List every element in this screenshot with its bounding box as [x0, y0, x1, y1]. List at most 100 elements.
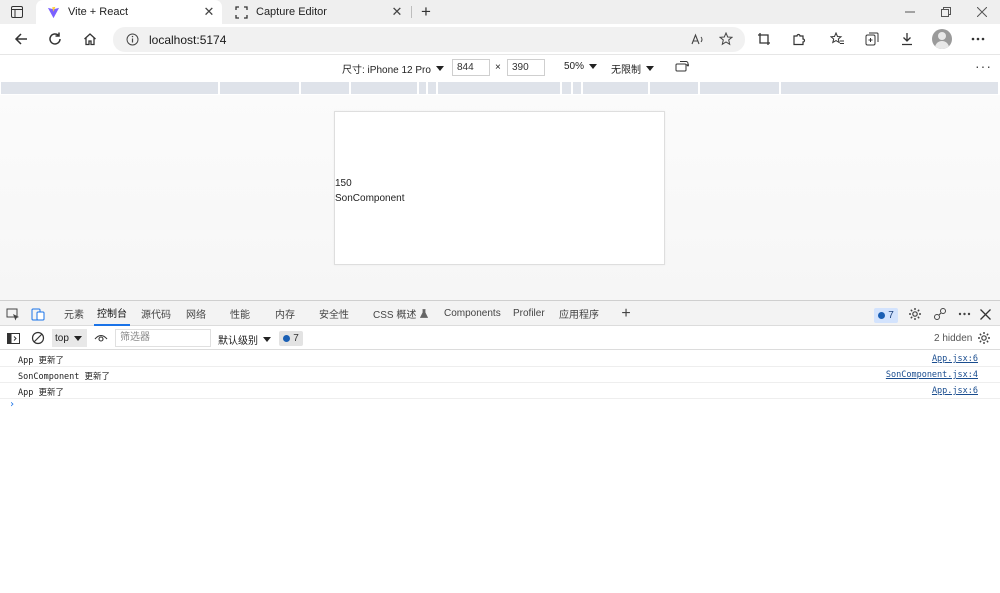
caret-down-icon	[73, 335, 82, 341]
close-tab-icon[interactable]: ✕	[388, 3, 406, 21]
tab-network[interactable]: 网络	[186, 301, 206, 326]
restore-button[interactable]	[928, 0, 964, 24]
device-toolbar: 尺寸: iPhone 12 Pro 844 × 390 50% 无限制 ···	[0, 56, 1000, 80]
more-horizontal-icon	[958, 312, 970, 316]
puzzle-icon	[793, 33, 806, 46]
console-prompt[interactable]: ›	[9, 399, 15, 410]
issues-badge-button[interactable]: 7	[872, 306, 900, 324]
device-more-icon[interactable]: ···	[975, 58, 992, 74]
flask-icon	[420, 309, 429, 318]
device-selector[interactable]: 尺寸: iPhone 12 Pro	[342, 61, 444, 76]
log-source-link[interactable]: App.jsx:6	[932, 354, 978, 364]
device-label: 尺寸: iPhone 12 Pro	[342, 65, 431, 76]
favorites-icon	[829, 32, 844, 44]
console-settings-button[interactable]	[975, 329, 993, 347]
tab-console[interactable]: 控制台	[94, 301, 130, 326]
issues-badge: 7	[874, 307, 898, 323]
refresh-button[interactable]	[43, 28, 67, 50]
tab-divider	[411, 6, 412, 18]
more-tabs-button[interactable]: +	[617, 305, 635, 323]
caret-down-icon	[589, 64, 598, 69]
tab-memory[interactable]: 内存	[275, 301, 295, 326]
log-row: SonComponent 更新了 SonComponent.jsx:4	[0, 367, 1000, 383]
split-screen-button[interactable]	[752, 28, 776, 50]
tab-vite-react[interactable]: Vite + React ✕	[36, 0, 222, 24]
viewport-width-input[interactable]: 844	[452, 59, 490, 76]
downloads-button[interactable]	[895, 28, 919, 50]
vite-icon	[46, 5, 60, 19]
tab-security[interactable]: 安全性	[319, 301, 349, 326]
close-icon	[979, 308, 991, 320]
device-frame: 150 SonComponent	[334, 111, 665, 265]
console-messages: App 更新了 App.jsx:6 SonComponent 更新了 SonCo…	[0, 350, 1000, 593]
son-component-text: SonComponent	[335, 193, 405, 204]
back-button[interactable]	[9, 28, 33, 50]
tab-sources[interactable]: 源代码	[141, 301, 171, 326]
more-horizontal-icon	[971, 37, 985, 41]
close-window-button[interactable]	[964, 0, 1000, 24]
minimize-button[interactable]	[892, 0, 928, 24]
zoom-selector[interactable]: 50%	[564, 61, 598, 72]
zoom-label: 50%	[564, 61, 585, 72]
console-filter-input[interactable]: 筛选器	[115, 329, 211, 347]
device-toggle-button[interactable]	[29, 305, 47, 323]
inspect-icon	[6, 308, 19, 320]
tab-actions-button[interactable]	[6, 3, 28, 21]
gear-icon	[978, 332, 990, 344]
context-label: top	[55, 332, 69, 344]
caret-down-icon	[435, 66, 444, 71]
address-bar[interactable]: localhost:5174	[113, 27, 745, 52]
console-issues-button[interactable]: 7	[277, 329, 305, 347]
tab-css-overview-label: CSS 概述	[373, 310, 417, 321]
inspect-element-button[interactable]	[4, 305, 22, 323]
tab-application[interactable]: 应用程序	[559, 301, 599, 326]
throttle-selector[interactable]: 无限制	[611, 61, 654, 76]
collections-button[interactable]	[860, 28, 884, 50]
rotate-button[interactable]	[675, 60, 689, 73]
favorites-button[interactable]	[825, 28, 849, 50]
devtools-settings-button[interactable]	[906, 305, 924, 323]
new-tab-button[interactable]: +	[416, 2, 436, 22]
tab-profiler[interactable]: Profiler	[513, 301, 545, 326]
tab-title: Vite + React	[68, 6, 129, 18]
favorite-add-button[interactable]	[715, 29, 737, 49]
throttle-label: 无限制	[611, 65, 641, 76]
close-tab-icon[interactable]: ✕	[200, 3, 218, 21]
log-source-link[interactable]: App.jsx:6	[932, 386, 978, 396]
devtools-tab-bar: 元素 控制台 源代码 网络 性能 内存 安全性 CSS 概述 Component…	[0, 300, 1000, 326]
settings-more-button[interactable]	[966, 28, 990, 50]
tab-css-overview[interactable]: CSS 概述	[373, 301, 429, 326]
browser-toolbar: localhost:5174	[0, 24, 1000, 55]
tab-components[interactable]: Components	[444, 301, 501, 326]
message-icon	[878, 311, 886, 319]
device-icon	[31, 308, 45, 320]
home-button[interactable]	[78, 28, 102, 50]
log-source-link[interactable]: SonComponent.jsx:4	[886, 370, 978, 380]
star-add-icon	[719, 32, 733, 46]
close-devtools-button[interactable]	[976, 305, 994, 323]
dimension-separator: ×	[495, 62, 501, 73]
viewport-height-input[interactable]: 390	[507, 59, 545, 76]
console-sidebar-button[interactable]	[4, 329, 22, 347]
caret-down-icon	[646, 66, 654, 71]
profile-avatar[interactable]	[932, 29, 952, 49]
site-info-icon[interactable]	[119, 33, 145, 46]
console-issues-badge: 7	[279, 330, 303, 346]
eye-icon	[94, 334, 108, 342]
media-query-bar[interactable]	[0, 82, 1000, 94]
message-icon	[283, 334, 291, 342]
tab-capture-editor[interactable]: Capture Editor ✕	[224, 0, 410, 24]
read-aloud-button[interactable]	[687, 29, 709, 49]
minimize-icon	[905, 11, 915, 13]
context-selector[interactable]: top	[52, 329, 87, 347]
extensions-button[interactable]	[787, 28, 811, 50]
log-level-selector[interactable]: 默认级别	[218, 332, 271, 347]
devtools-more-button[interactable]	[955, 305, 973, 323]
tab-elements[interactable]: 元素	[64, 301, 84, 326]
live-expression-button[interactable]	[92, 329, 110, 347]
clear-console-button[interactable]	[29, 329, 47, 347]
log-level-label: 默认级别	[218, 336, 258, 347]
read-aloud-icon	[691, 32, 703, 44]
remote-devices-button[interactable]	[931, 305, 949, 323]
tab-performance[interactable]: 性能	[230, 301, 250, 326]
